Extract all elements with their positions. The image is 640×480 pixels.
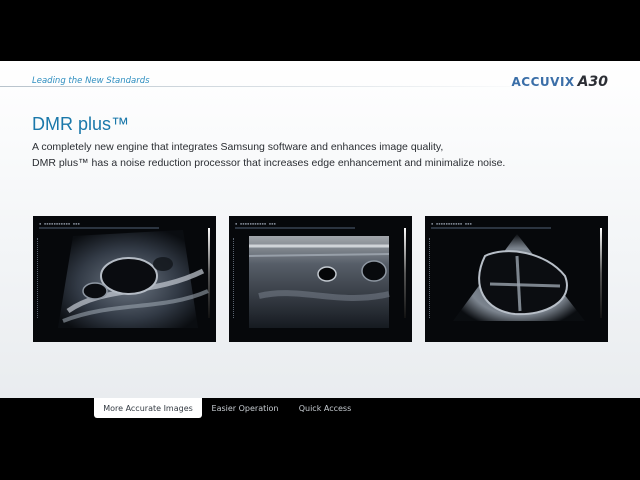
ultrasound-scan-1 [58,230,209,328]
brand-name: ACCUVIX [511,75,575,89]
ultrasound-image-3: ▪ ▪▪▪▪▪▪▪▪▪▪▪ ▪▪▪ [425,216,608,342]
ultrasound-scan-2 [248,236,390,328]
section-label: Leading the New Standards [32,76,150,86]
tab-more-accurate-images[interactable]: More Accurate Images [94,398,202,418]
tab-easier-operation[interactable]: Easier Operation [205,398,285,418]
ultrasound-image-2: ▪ ▪▪▪▪▪▪▪▪▪▪▪ ▪▪▪ [229,216,412,342]
ultrasound-scan-3 [453,234,585,321]
ultrasound-image-1: ▪ ▪▪▪▪▪▪▪▪▪▪▪ ▪▪▪ [33,216,216,342]
description: A completely new engine that integrates … [32,139,612,171]
page-title: DMR plus™ [32,114,130,134]
brand-model: A30 [577,74,608,90]
tab-quick-access[interactable]: Quick Access [290,398,360,418]
description-line-1: A completely new engine that integrates … [32,141,444,153]
brand-logo: ACCUVIX A30 [512,74,608,94]
description-line-2: DMR plus™ has a noise reduction processo… [32,157,506,169]
